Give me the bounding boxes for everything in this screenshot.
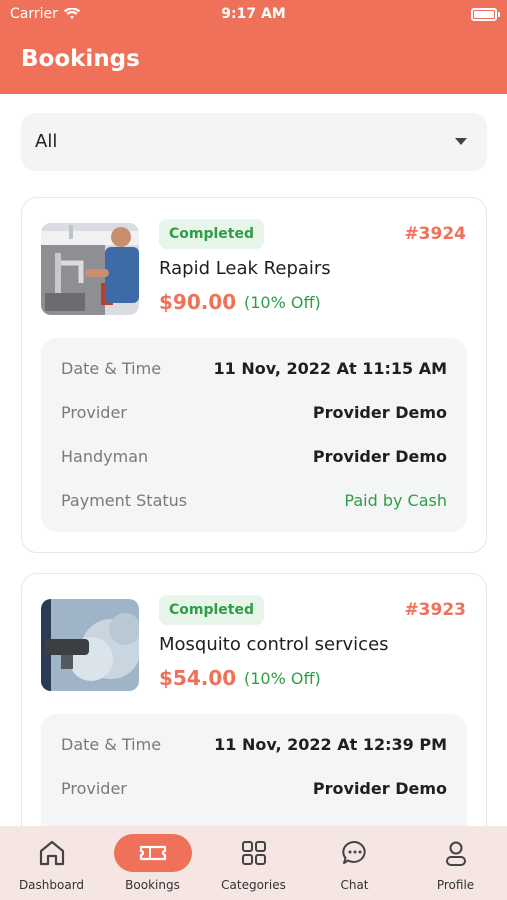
page-title: Bookings	[21, 46, 140, 72]
chevron-down-icon	[455, 138, 467, 145]
service-image-fogger	[41, 599, 139, 691]
nav-item-profile[interactable]: Profile	[405, 826, 506, 900]
battery-icon	[471, 8, 500, 21]
detail-value: Provider Demo	[312, 779, 447, 798]
nav-item-dashboard[interactable]: Dashboard	[1, 826, 102, 900]
home-icon	[39, 840, 65, 866]
service-image-plumber	[41, 223, 139, 315]
detail-value: Provider Demo	[312, 447, 447, 466]
detail-value: 11 Nov, 2022 At 12:39 PM	[214, 735, 447, 754]
user-icon	[446, 841, 466, 866]
nav-label: Dashboard	[18, 878, 85, 892]
app-bar: Bookings	[0, 28, 507, 94]
service-name: Mosquito control services	[159, 634, 389, 655]
detail-row-payment-status: Payment Status Paid by Cash	[41, 479, 467, 523]
booking-id: #3923	[404, 600, 466, 620]
nav-item-bookings[interactable]: Bookings	[102, 826, 203, 900]
nav-label: Bookings	[125, 878, 180, 892]
nav-label: Chat	[340, 878, 369, 892]
booking-id: #3924	[404, 224, 466, 244]
discount-label: (10% Off)	[244, 293, 321, 312]
detail-label: Payment Status	[61, 491, 188, 510]
discount-label: (10% Off)	[244, 669, 321, 688]
service-price: $90.00	[159, 290, 237, 314]
service-price: $54.00	[159, 666, 237, 690]
service-name: Rapid Leak Repairs	[159, 258, 331, 279]
booking-card[interactable]: Completed #3924 Rapid Leak Repairs $90.0…	[21, 197, 487, 553]
status-badge: Completed	[159, 595, 265, 625]
detail-value: Provider Demo	[312, 403, 447, 422]
detail-row-handyman: Handyman Provider Demo	[41, 435, 467, 479]
payment-status-value: Paid by Cash	[344, 491, 447, 510]
chat-icon	[342, 840, 366, 864]
nav-label: Profile	[436, 878, 475, 892]
grid-icon	[242, 841, 266, 865]
detail-row-date-time: Date & Time 11 Nov, 2022 At 11:15 AM	[41, 347, 467, 391]
clock: 9:17 AM	[221, 6, 286, 22]
booking-details: Date & Time 11 Nov, 2022 At 11:15 AM Pro…	[41, 338, 467, 532]
nav-item-categories[interactable]: Categories	[203, 826, 304, 900]
detail-row-provider: Provider Provider Demo	[41, 767, 467, 811]
detail-label: Handyman	[61, 447, 149, 466]
detail-label: Provider	[61, 779, 127, 798]
nav-label: Categories	[221, 878, 286, 892]
detail-label: Date & Time	[61, 359, 162, 378]
detail-row-provider: Provider Provider Demo	[41, 391, 467, 435]
status-badge: Completed	[159, 219, 265, 249]
status-bar: Carrier 9:17 AM	[0, 0, 507, 28]
nav-item-chat[interactable]: Chat	[304, 826, 405, 900]
detail-label: Provider	[61, 403, 127, 422]
detail-label: Date & Time	[61, 735, 162, 754]
ticket-icon	[139, 845, 167, 861]
detail-value: 11 Nov, 2022 At 11:15 AM	[213, 359, 448, 378]
bottom-navigation: Dashboard Bookings Categories Chat Profi…	[0, 826, 507, 900]
detail-row-date-time: Date & Time 11 Nov, 2022 At 12:39 PM	[41, 723, 467, 767]
status-filter-dropdown[interactable]: All	[21, 113, 487, 171]
filter-selected-value: All	[35, 131, 58, 152]
